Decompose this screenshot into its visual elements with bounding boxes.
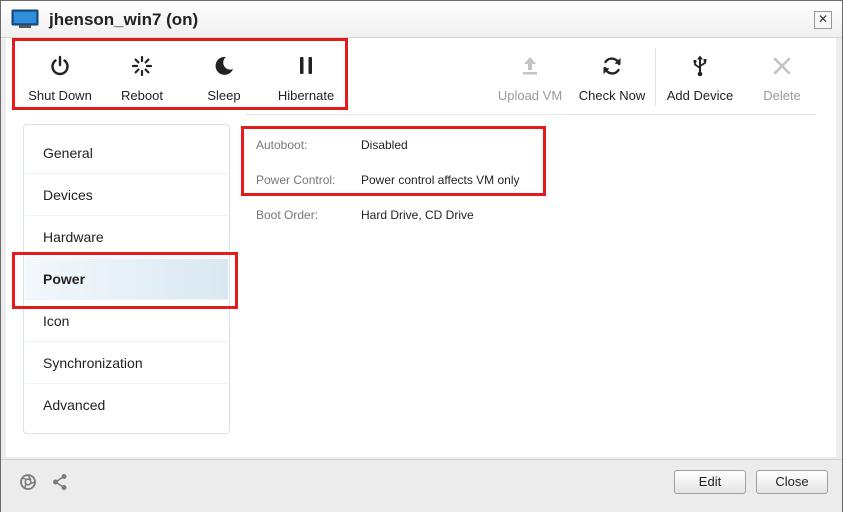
spinner-icon: [131, 55, 153, 77]
toolbar: Shut Down Reboot Sleep Hibernate Upload …: [6, 38, 836, 114]
sleep-button[interactable]: Sleep: [184, 54, 264, 112]
sleep-label: Sleep: [207, 88, 241, 103]
title-bar[interactable]: jhenson_win7 (on) ✕: [1, 1, 842, 38]
hibernate-button[interactable]: Hibernate: [266, 54, 346, 112]
check-now-button[interactable]: Check Now: [572, 54, 652, 112]
share-icon[interactable]: [50, 472, 70, 492]
autoboot-label: Autoboot:: [256, 138, 308, 152]
sidebar-item-label: General: [43, 145, 93, 161]
reboot-label: Reboot: [121, 88, 163, 103]
upload-vm-label: Upload VM: [497, 88, 563, 103]
sidebar-item-advanced[interactable]: Advanced: [25, 385, 228, 426]
footer-bar: Edit Close: [1, 459, 842, 512]
hibernate-label: Hibernate: [277, 88, 335, 103]
autoboot-value: Disabled: [361, 138, 408, 152]
sidebar-item-label: Advanced: [43, 397, 106, 413]
power-control-label: Power Control:: [256, 173, 336, 187]
window-close-button[interactable]: ✕: [814, 11, 832, 29]
sidebar-item-icon[interactable]: Icon: [25, 301, 228, 342]
aperture-icon[interactable]: [18, 472, 38, 492]
x-icon: [773, 57, 791, 75]
window-title: jhenson_win7 (on): [49, 10, 199, 29]
upload-icon: [523, 57, 537, 75]
settings-sidebar: General Devices Hardware Power Icon Sync…: [23, 124, 230, 434]
sidebar-item-label: Hardware: [43, 229, 104, 245]
boot-order-label: Boot Order:: [256, 208, 319, 222]
delete-label: Delete: [763, 88, 801, 103]
sidebar-item-devices[interactable]: Devices: [25, 175, 228, 216]
refresh-icon: [603, 57, 621, 75]
sidebar-item-power[interactable]: Power: [25, 259, 228, 300]
sidebar-item-synchronization[interactable]: Synchronization: [25, 343, 228, 384]
upload-vm-button[interactable]: Upload VM: [490, 54, 570, 112]
sidebar-item-label: Devices: [43, 187, 93, 203]
close-button[interactable]: Close: [756, 470, 828, 494]
moon-icon: [215, 56, 233, 75]
sidebar-item-label: Synchronization: [43, 355, 143, 371]
toolbar-divider: [246, 114, 816, 115]
main-content: Shut Down Reboot Sleep Hibernate Upload …: [6, 38, 836, 457]
power-icon: [51, 55, 69, 76]
usb-icon: [693, 55, 707, 77]
vm-details-window: jhenson_win7 (on) ✕ Shut Down Reboot Sle…: [0, 0, 843, 512]
delete-button[interactable]: Delete: [742, 54, 822, 112]
boot-order-value: Hard Drive, CD Drive: [361, 208, 474, 222]
pause-icon: [300, 57, 312, 74]
toolbar-separator: [655, 48, 656, 106]
add-device-button[interactable]: Add Device: [660, 54, 740, 112]
power-control-value: Power control affects VM only: [361, 173, 520, 187]
reboot-button[interactable]: Reboot: [102, 54, 182, 112]
shut-down-label: Shut Down: [28, 88, 92, 103]
sidebar-item-label: Power: [43, 271, 86, 287]
edit-button[interactable]: Edit: [674, 470, 746, 494]
sidebar-item-label: Icon: [43, 313, 70, 329]
monitor-icon: [11, 9, 39, 28]
check-now-label: Check Now: [578, 88, 646, 103]
add-device-label: Add Device: [666, 88, 734, 103]
sidebar-item-general[interactable]: General: [25, 133, 228, 174]
sidebar-item-hardware[interactable]: Hardware: [25, 217, 228, 258]
shut-down-button[interactable]: Shut Down: [20, 54, 100, 112]
